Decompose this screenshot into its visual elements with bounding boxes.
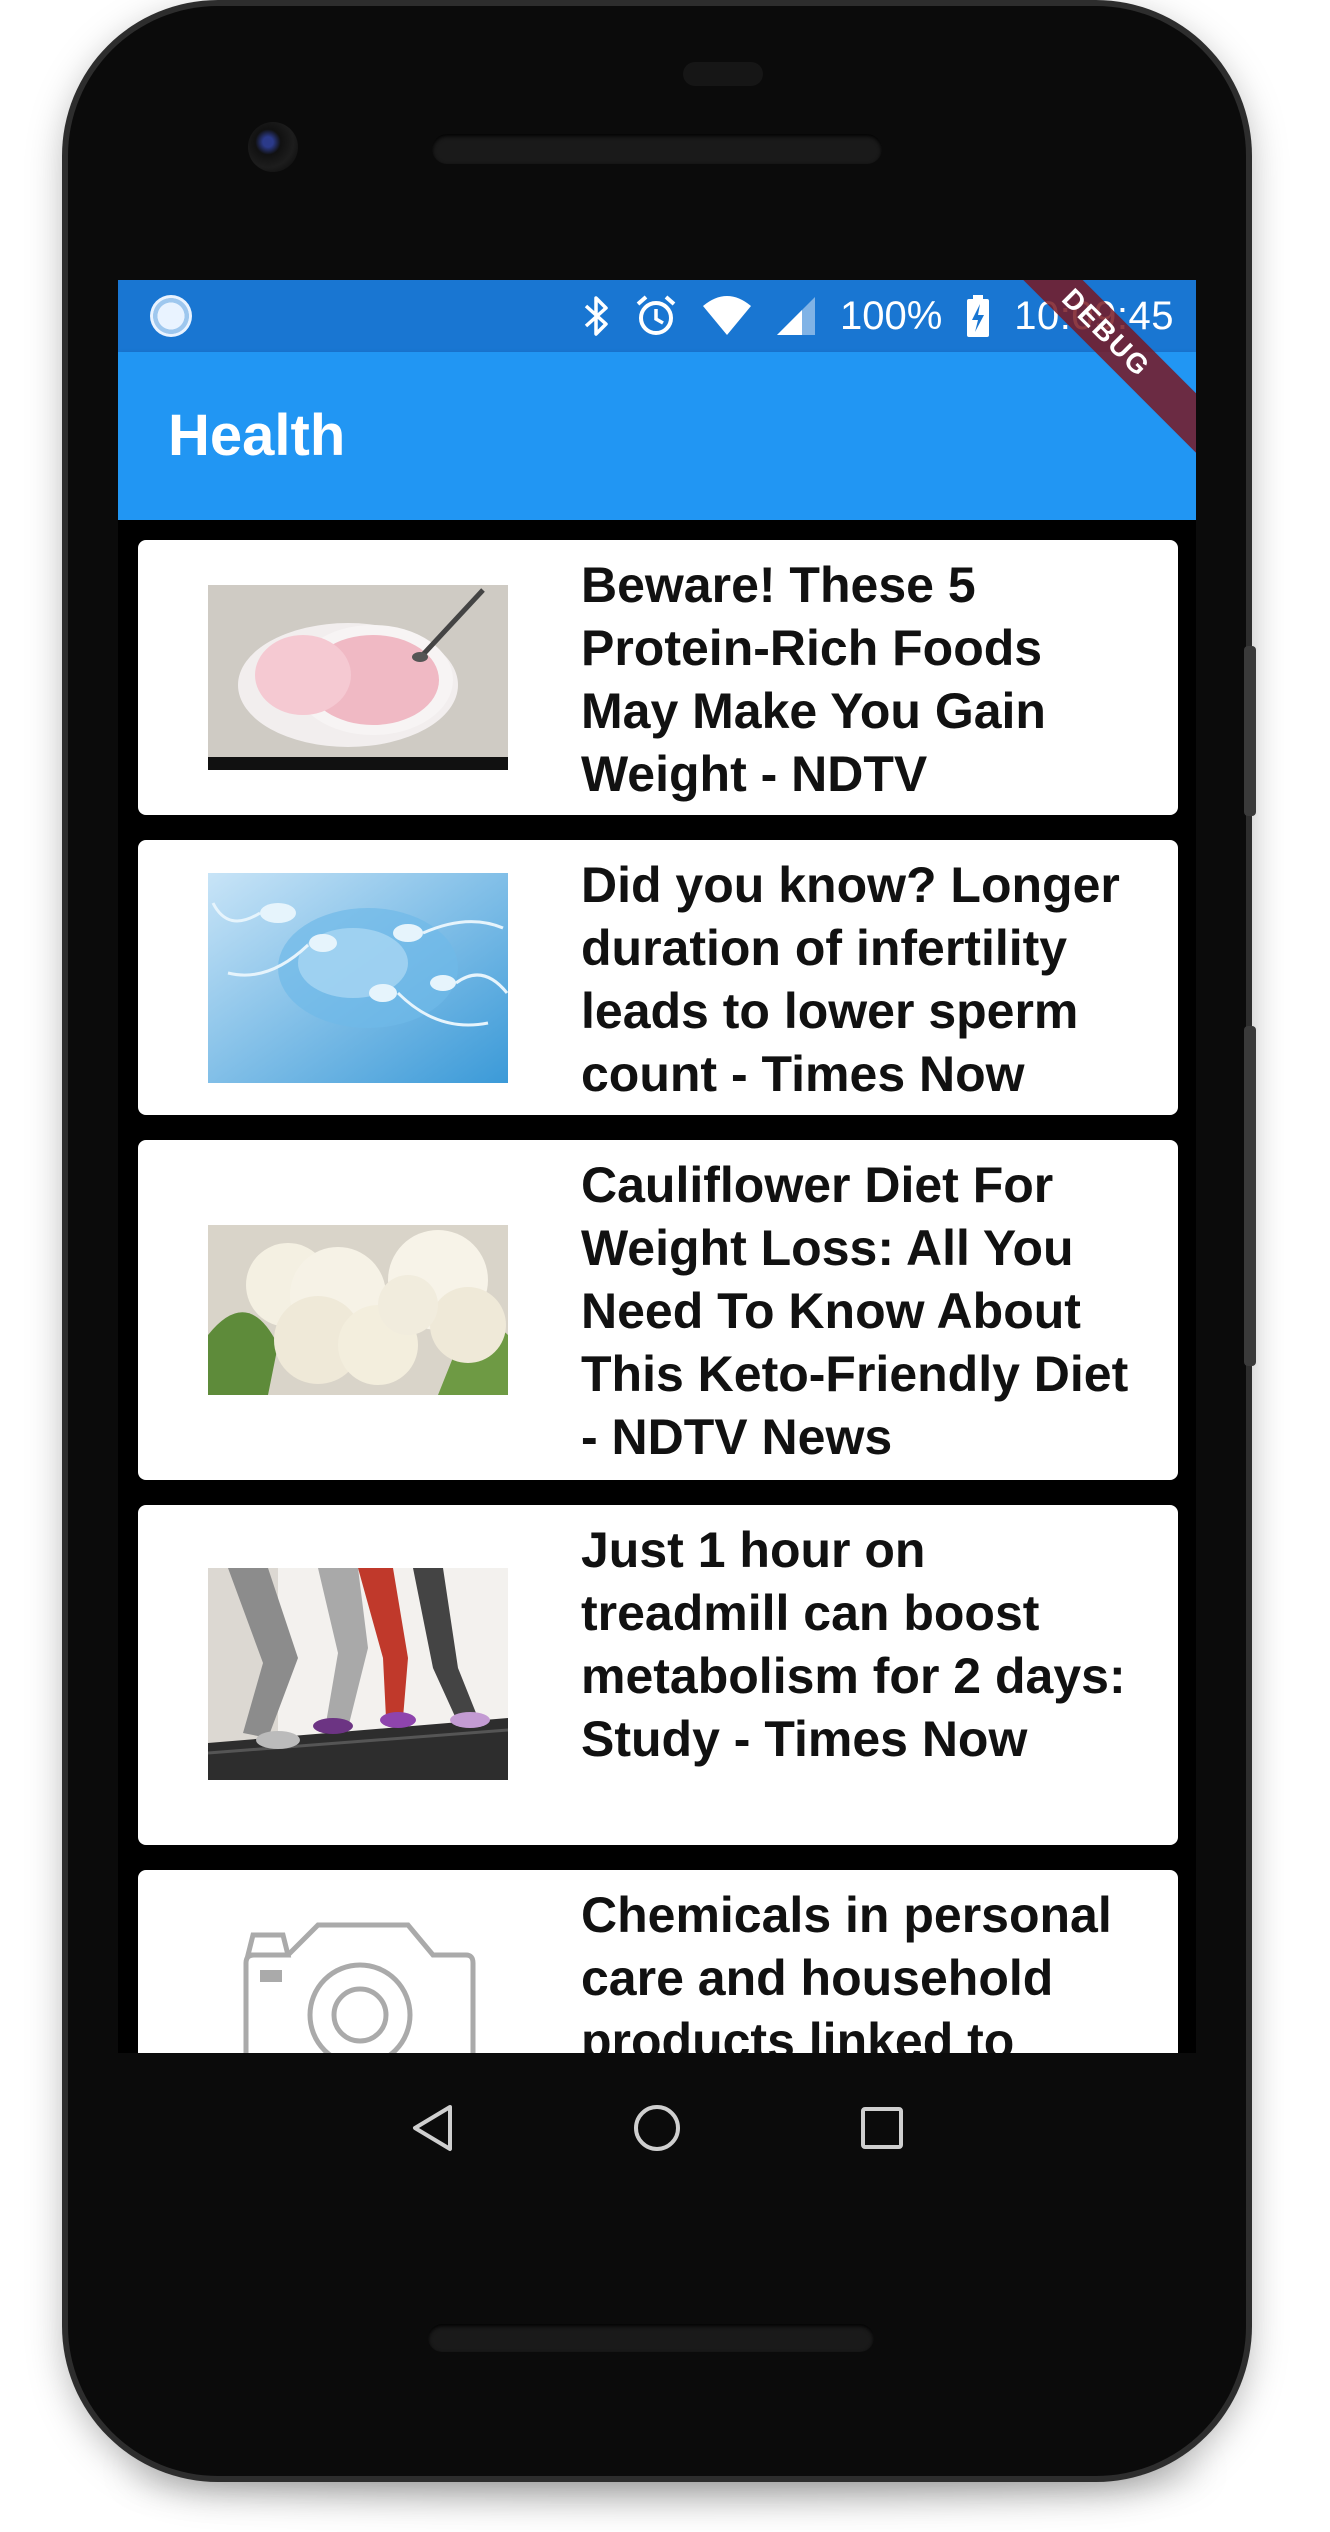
alarm-icon	[634, 294, 678, 338]
article-title: Cauliflower Diet For Weight Loss: All Yo…	[581, 1157, 1129, 1465]
sperm-cells-photo	[208, 873, 508, 1083]
device-screen: 100% 10:09:45 Health DEBUG	[118, 280, 1196, 2053]
bottom-speaker	[428, 2324, 874, 2352]
article-card[interactable]: Cauliflower Diet For Weight Loss: All Yo…	[138, 1140, 1178, 1480]
article-card[interactable]: Chemicals in personal care and household…	[138, 1870, 1178, 2053]
bluetooth-icon	[582, 294, 610, 338]
proximity-sensor	[683, 62, 763, 86]
front-camera	[248, 122, 298, 172]
treadmill-runners-photo	[208, 1568, 508, 1780]
earpiece-speaker	[432, 134, 882, 164]
camera-placeholder-icon	[208, 1915, 508, 2053]
article-card[interactable]: Did you know? Longer duration of inferti…	[138, 840, 1178, 1115]
power-button	[1244, 646, 1256, 816]
battery-charging-icon	[966, 294, 990, 338]
page-title: Health	[168, 403, 346, 468]
cell-signal-icon	[776, 296, 816, 336]
back-icon[interactable]	[402, 2098, 462, 2158]
home-icon[interactable]	[627, 2098, 687, 2158]
article-title: Did you know? Longer duration of inferti…	[581, 857, 1120, 1102]
cauliflower-photo	[208, 1225, 508, 1395]
navigation-bar	[118, 2053, 1196, 2203]
article-title: Chemicals in personal care and household…	[581, 1887, 1112, 2053]
app-bar: Health	[118, 352, 1196, 520]
battery-percent: 100%	[839, 293, 943, 338]
article-card[interactable]: Just 1 hour on treadmill can boost metab…	[138, 1505, 1178, 1845]
data-saver-icon	[150, 295, 192, 337]
wifi-icon	[702, 296, 752, 336]
volume-button	[1244, 1026, 1256, 1366]
article-title: Beware! These 5 Protein-Rich Foods May M…	[581, 557, 1046, 802]
yogurt-cup-photo	[208, 585, 508, 770]
article-card[interactable]: Beware! These 5 Protein-Rich Foods May M…	[138, 540, 1178, 815]
article-list[interactable]: Beware! These 5 Protein-Rich Foods May M…	[118, 520, 1196, 2053]
recents-icon[interactable]	[852, 2098, 912, 2158]
article-title: Just 1 hour on treadmill can boost metab…	[581, 1522, 1126, 1767]
